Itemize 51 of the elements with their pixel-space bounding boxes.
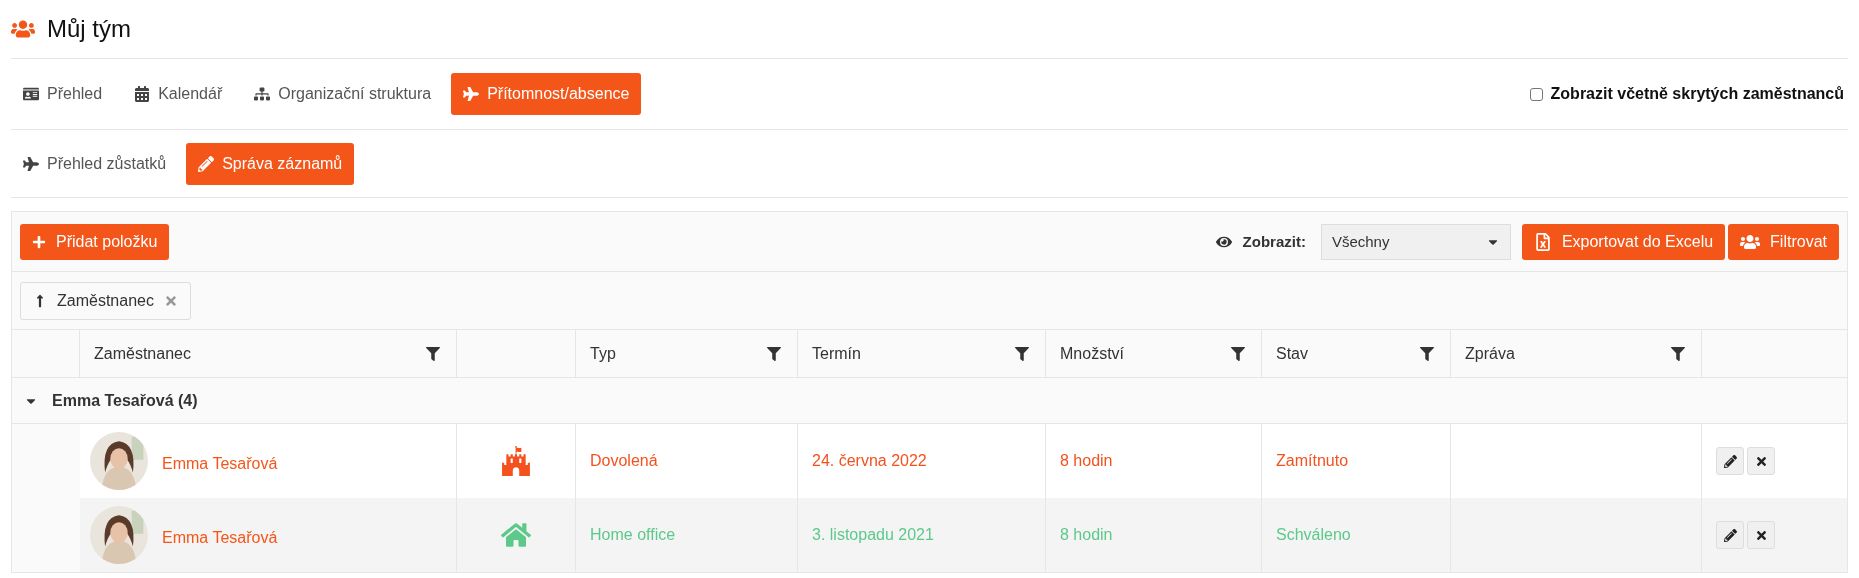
pencil-icon xyxy=(1723,528,1737,542)
column-header[interactable]: Termín xyxy=(798,330,1046,378)
column-header[interactable]: Zaměstnanec xyxy=(80,330,457,378)
table-cell: 3. listopadu 2021 xyxy=(812,526,934,544)
plane-icon xyxy=(23,155,39,172)
table-cell: 24. června 2022 xyxy=(812,452,927,470)
filter-icon[interactable] xyxy=(1231,346,1245,361)
spreadsheet-file-icon xyxy=(1533,232,1552,251)
delete-button[interactable] xyxy=(1747,447,1775,475)
filter-icon[interactable] xyxy=(426,346,440,361)
house-icon xyxy=(501,520,531,550)
table-cell: Zamítnuto xyxy=(1276,452,1349,470)
column-header[interactable]: Zpráva xyxy=(1451,330,1702,378)
table-cell: 8 hodin xyxy=(1060,526,1113,544)
column-header[interactable]: Stav xyxy=(1262,330,1451,378)
show-label: Zobrazit: xyxy=(1242,233,1306,250)
pencil-icon xyxy=(1723,454,1737,468)
id-card-icon xyxy=(23,86,39,102)
edit-button[interactable] xyxy=(1716,447,1744,475)
tab[interactable]: Přehled zůstatků xyxy=(11,142,179,185)
chip-label: Zaměstnanec xyxy=(57,291,154,310)
filter-icon[interactable] xyxy=(1671,346,1685,361)
show-select[interactable]: Všechny xyxy=(1320,223,1511,260)
group-chip[interactable]: Zaměstnanec xyxy=(20,281,191,320)
group-label: Emma Tesařová (4) xyxy=(52,391,198,410)
pencil-icon xyxy=(198,155,215,172)
delete-button[interactable] xyxy=(1747,521,1775,549)
checkbox-label: Zobrazit včetně skrytých zaměstnanců xyxy=(1550,85,1844,103)
calendar-icon xyxy=(134,86,151,102)
plus-icon xyxy=(32,234,46,249)
table-cell: 8 hodin xyxy=(1060,452,1113,470)
close-icon xyxy=(1754,454,1768,468)
table-cell: Home office xyxy=(590,526,676,544)
page-title: Můj tým xyxy=(47,15,131,43)
column-header[interactable]: Typ xyxy=(576,330,798,378)
checkbox[interactable] xyxy=(1529,87,1543,101)
edit-button[interactable] xyxy=(1716,521,1744,549)
close-icon[interactable] xyxy=(163,293,178,308)
filter-icon[interactable] xyxy=(1015,346,1029,361)
table-cell: Dovolená xyxy=(590,452,658,470)
hierarchy-icon xyxy=(254,86,271,102)
table-cell: Schváleno xyxy=(1276,526,1351,544)
filter-icon[interactable] xyxy=(1420,346,1434,361)
plane-icon xyxy=(463,86,480,102)
castle-icon xyxy=(501,446,531,476)
column-header[interactable]: Množství xyxy=(1046,330,1262,378)
tab[interactable]: Organizační struktura xyxy=(242,73,444,115)
tab[interactable]: Přehled xyxy=(11,73,115,115)
tab[interactable]: Kalendář xyxy=(122,73,235,115)
filter-icon[interactable] xyxy=(767,346,781,361)
close-icon xyxy=(1754,528,1768,542)
